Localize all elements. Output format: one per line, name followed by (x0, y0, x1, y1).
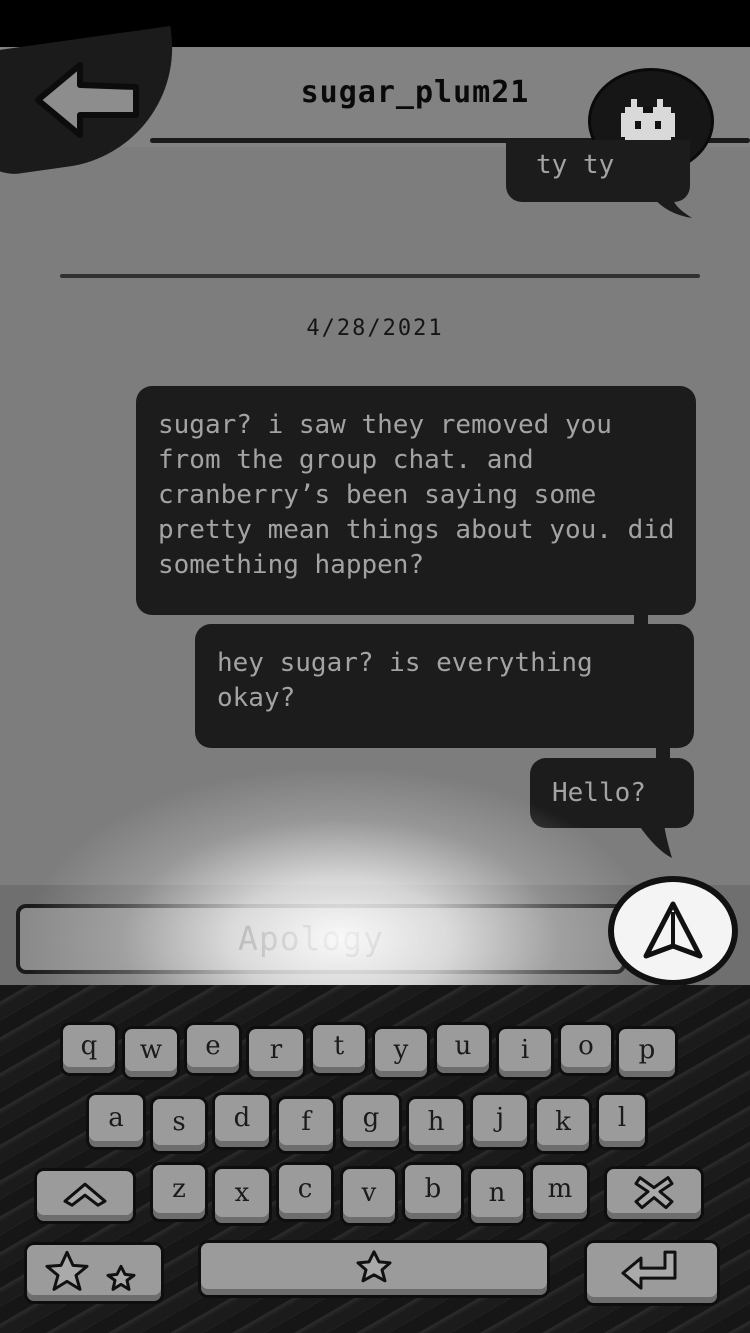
message-input[interactable]: Apology (16, 904, 626, 974)
key-label: a (108, 1103, 124, 1133)
message-bubble: hey sugar? is everything okay? (195, 624, 694, 748)
message-text: sugar? i saw they removed you from the g… (158, 410, 691, 580)
key-label: c (297, 1174, 313, 1204)
key-label: y (393, 1035, 409, 1065)
key-m[interactable]: m (530, 1162, 590, 1222)
key-v[interactable]: v (340, 1166, 398, 1226)
key-j[interactable]: j (470, 1092, 530, 1150)
key-t[interactable]: t (310, 1022, 368, 1076)
key-label: p (638, 1035, 656, 1065)
return-key[interactable] (584, 1240, 720, 1306)
delete-key[interactable] (604, 1166, 704, 1222)
key-label: r (269, 1035, 283, 1065)
back-arrow-icon (35, 62, 139, 138)
back-button[interactable] (18, 55, 148, 145)
key-label: v (361, 1178, 377, 1208)
key-label: z (172, 1174, 186, 1204)
key-i[interactable]: i (496, 1026, 554, 1080)
key-label: b (424, 1174, 442, 1204)
key-label: s (172, 1107, 186, 1137)
key-label: g (362, 1103, 380, 1133)
key-label: x (234, 1178, 250, 1208)
dialogue-choice[interactable]: Apology (20, 908, 622, 970)
key-o[interactable]: o (558, 1022, 614, 1076)
contact-name: sugar_plum21 (300, 75, 530, 110)
key-label: e (205, 1031, 221, 1061)
key-u[interactable]: u (434, 1022, 492, 1076)
bubble-tail (638, 824, 672, 858)
key-label: j (495, 1103, 505, 1133)
key-label: m (547, 1174, 573, 1204)
key-b[interactable]: b (402, 1162, 464, 1222)
key-label: i (520, 1035, 530, 1065)
key-label: u (454, 1031, 472, 1061)
key-label: f (301, 1107, 311, 1137)
key-label: w (139, 1035, 163, 1065)
key-label: k (555, 1107, 571, 1137)
emoji-star-icon (45, 1250, 136, 1291)
message-bubble: Hello? (530, 758, 694, 828)
key-r[interactable]: r (246, 1026, 306, 1080)
message-bubble: sugar? i saw they removed you from the g… (136, 386, 696, 615)
key-x[interactable]: x (212, 1166, 272, 1226)
key-l[interactable]: l (596, 1092, 648, 1150)
emoji-key[interactable] (24, 1242, 164, 1304)
key-a[interactable]: a (86, 1092, 146, 1150)
key-e[interactable]: e (184, 1022, 242, 1076)
key-h[interactable]: h (406, 1096, 466, 1154)
key-label: d (233, 1103, 251, 1133)
bubble-tail (652, 196, 692, 218)
key-g[interactable]: g (340, 1092, 402, 1150)
message-bubble: ty ty (506, 140, 690, 202)
key-w[interactable]: w (122, 1026, 180, 1080)
return-icon (621, 1250, 677, 1290)
key-n[interactable]: n (468, 1166, 526, 1226)
date-separator: 4/28/2021 (306, 316, 444, 341)
key-f[interactable]: f (276, 1096, 336, 1154)
key-label: q (80, 1031, 98, 1061)
key-z[interactable]: z (150, 1162, 208, 1222)
send-button[interactable] (608, 876, 738, 986)
message-text: Hello? (552, 778, 646, 808)
key-label: o (578, 1031, 594, 1061)
space-key[interactable] (198, 1240, 550, 1298)
key-q[interactable]: q (60, 1022, 118, 1076)
key-label: l (617, 1103, 627, 1133)
message-text: hey sugar? is everything okay? (217, 648, 609, 713)
send-icon (643, 901, 703, 959)
key-c[interactable]: c (276, 1162, 334, 1222)
key-d[interactable]: d (212, 1092, 272, 1150)
key-k[interactable]: k (534, 1096, 592, 1154)
shift-key[interactable] (34, 1168, 136, 1224)
chat-screen: { "header": { "contact_name": "sugar_plu… (0, 0, 750, 1333)
star-icon (356, 1250, 392, 1283)
key-label: n (488, 1178, 506, 1208)
key-s[interactable]: s (150, 1096, 208, 1154)
key-label: t (333, 1031, 345, 1061)
shift-icon (63, 1182, 107, 1207)
key-y[interactable]: y (372, 1026, 430, 1080)
conversation-divider (60, 274, 700, 278)
key-p[interactable]: p (616, 1026, 678, 1080)
message-text: ty ty (536, 150, 615, 180)
delete-icon (634, 1176, 674, 1210)
key-label: h (427, 1107, 445, 1137)
